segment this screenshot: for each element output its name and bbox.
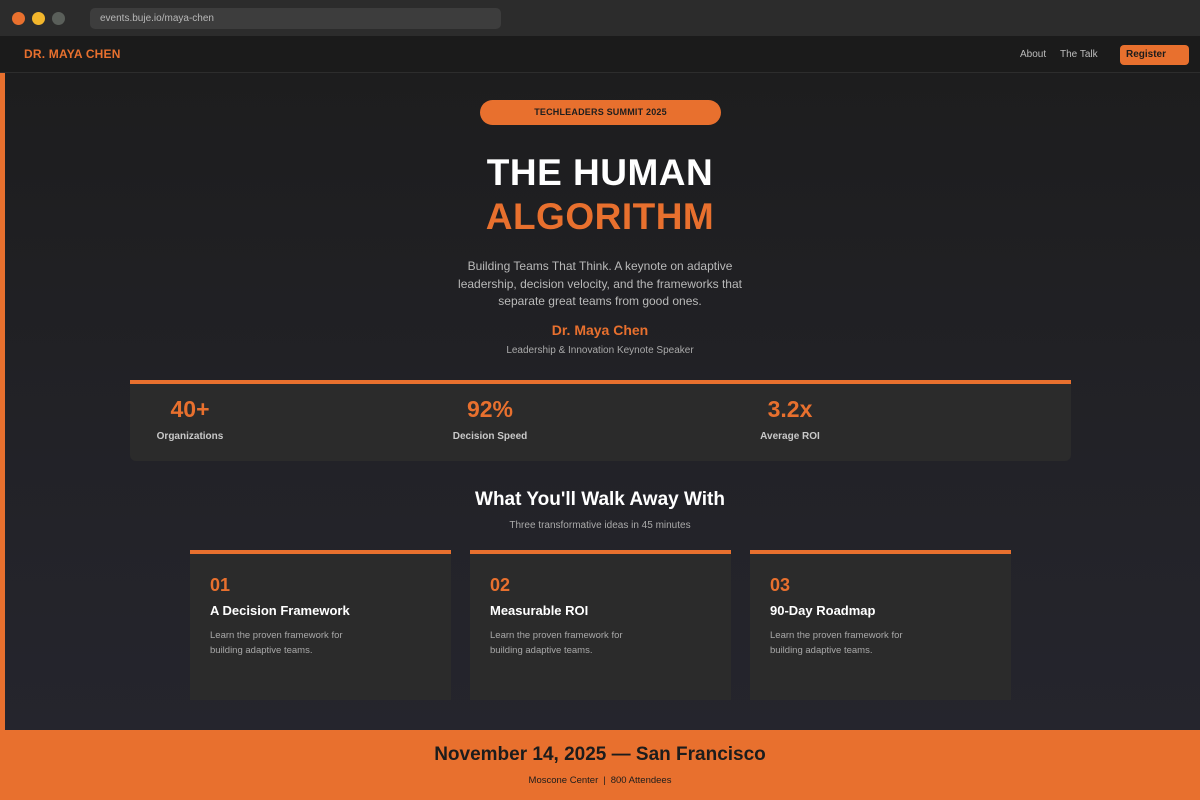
- takeaway-card: 01 A Decision Framework Learn the proven…: [190, 550, 451, 700]
- browser-chrome: events.buje.io/maya-chen: [0, 0, 1200, 36]
- maximize-window-dot[interactable]: [52, 12, 65, 25]
- event-badge: TECHLEADERS SUMMIT 2025: [480, 100, 721, 125]
- top-nav: DR. MAYA CHEN About The Talk Register: [0, 36, 1200, 73]
- card-title: 90-Day Roadmap: [770, 603, 876, 618]
- speaker-role: Leadership & Innovation Keynote Speaker: [506, 345, 694, 356]
- card-number: 01: [210, 575, 231, 595]
- card-description: Learn the proven framework for building …: [770, 630, 903, 656]
- nav-link-about[interactable]: About: [1020, 36, 1046, 73]
- stat-label: Organizations: [156, 431, 224, 442]
- close-window-dot[interactable]: [12, 12, 25, 25]
- card-description: Learn the proven framework for building …: [490, 630, 623, 656]
- venue-name: Moscone Center: [528, 775, 599, 786]
- attendee-count: 800 Attendees: [610, 775, 672, 786]
- address-bar[interactable]: events.buje.io/maya-chen: [90, 8, 501, 29]
- card-title: Measurable ROI: [490, 603, 589, 618]
- event-meta: Moscone Center | 800 Attendees: [0, 775, 1200, 786]
- card-number: 03: [770, 575, 791, 595]
- stat-value: 92%: [466, 396, 514, 422]
- takeaways-title: What You'll Walk Away With: [475, 489, 725, 510]
- hero-title-line1: THE HUMAN: [486, 152, 714, 193]
- register-button[interactable]: Register: [1120, 45, 1189, 65]
- main-content: TECHLEADERS SUMMIT 2025 THE HUMAN ALGORI…: [0, 73, 1200, 730]
- speaker-name: Dr. Maya Chen: [551, 322, 649, 338]
- event-date-location: November 14, 2025 — San Francisco: [434, 744, 766, 765]
- takeaway-card: 03 90-Day Roadmap Learn the proven frame…: [750, 550, 1011, 700]
- stat-value: 40+: [170, 396, 210, 422]
- takeaway-card: 02 Measurable ROI Learn the proven frame…: [470, 550, 731, 700]
- event-footer: November 14, 2025 — San Francisco Moscon…: [0, 730, 1200, 800]
- stats-panel: 40+ Organizations 92% Decision Speed 3.2…: [130, 380, 1071, 461]
- meta-separator: |: [603, 775, 606, 786]
- stat-value: 3.2x: [767, 396, 813, 422]
- card-description: Learn the proven framework for building …: [210, 630, 343, 656]
- stat-label: Average ROI: [760, 431, 820, 442]
- stat-label: Decision Speed: [452, 431, 528, 442]
- takeaways-subtitle: Three transformative ideas in 45 minutes: [509, 520, 691, 531]
- card-number: 02: [490, 575, 511, 595]
- nav-link-the-talk[interactable]: The Talk: [1060, 36, 1098, 73]
- minimize-window-dot[interactable]: [32, 12, 45, 25]
- card-title: A Decision Framework: [210, 603, 350, 618]
- hero-title-line2: ALGORITHM: [485, 196, 715, 237]
- hero-tagline: Building Teams That Think. A keynote on …: [458, 259, 742, 308]
- brand-logo[interactable]: DR. MAYA CHEN: [24, 36, 121, 73]
